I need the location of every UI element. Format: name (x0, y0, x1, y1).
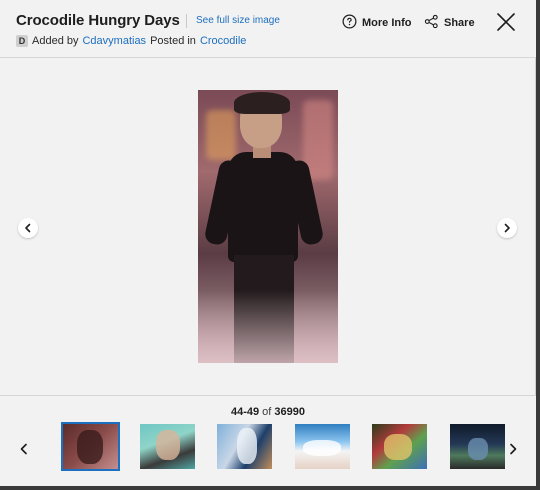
chevron-left-icon (20, 443, 27, 455)
more-info-button[interactable]: More Info (342, 14, 412, 32)
thumbnail-4[interactable] (295, 424, 350, 469)
close-icon (497, 13, 515, 31)
thumbnail-1[interactable] (61, 422, 120, 471)
added-by-label: Added by (32, 35, 79, 47)
carousel-total: 36990 (274, 406, 306, 418)
thumbnail-6[interactable] (450, 424, 505, 469)
share-button[interactable]: Share (424, 14, 475, 32)
thumbnail-5[interactable] (372, 424, 427, 469)
previous-image-button[interactable] (18, 218, 38, 238)
chevron-right-icon (504, 223, 510, 233)
image-title: Crocodile Hungry Days (16, 12, 180, 29)
share-label: Share (444, 17, 475, 29)
see-full-size-link[interactable]: See full size image (196, 15, 280, 26)
carousel-range: 44-49 (230, 406, 260, 418)
carousel-next-button[interactable] (507, 442, 519, 455)
chevron-left-icon (25, 223, 31, 233)
lightbox-header: Crocodile Hungry Days See full size imag… (0, 0, 536, 58)
close-button[interactable] (495, 11, 517, 33)
title-divider (186, 14, 187, 28)
chevron-right-icon (510, 443, 517, 455)
author-link[interactable]: Cdavymatias (82, 35, 146, 47)
posted-in-label: Posted in (150, 35, 196, 47)
wiki-badge-icon: D (16, 35, 28, 47)
thumbnail-3[interactable] (217, 424, 272, 469)
image-lightbox: Crocodile Hungry Days See full size imag… (0, 0, 536, 486)
carousel-of: of (262, 406, 272, 418)
more-info-label: More Info (362, 17, 412, 29)
thumbnail-carousel: 44-49 of 36990 (0, 395, 536, 486)
thumbnail-2[interactable] (140, 424, 195, 469)
carousel-prev-button[interactable] (18, 442, 30, 455)
category-link[interactable]: Crocodile (200, 35, 246, 47)
share-nodes-icon (424, 14, 439, 32)
main-image (198, 90, 338, 363)
question-circle-icon (342, 14, 357, 32)
carousel-counter: 44-49 of 36990 (0, 406, 536, 418)
image-attribution: D Added by Cdavymatias Posted in Crocodi… (16, 35, 246, 47)
next-image-button[interactable] (497, 218, 517, 238)
